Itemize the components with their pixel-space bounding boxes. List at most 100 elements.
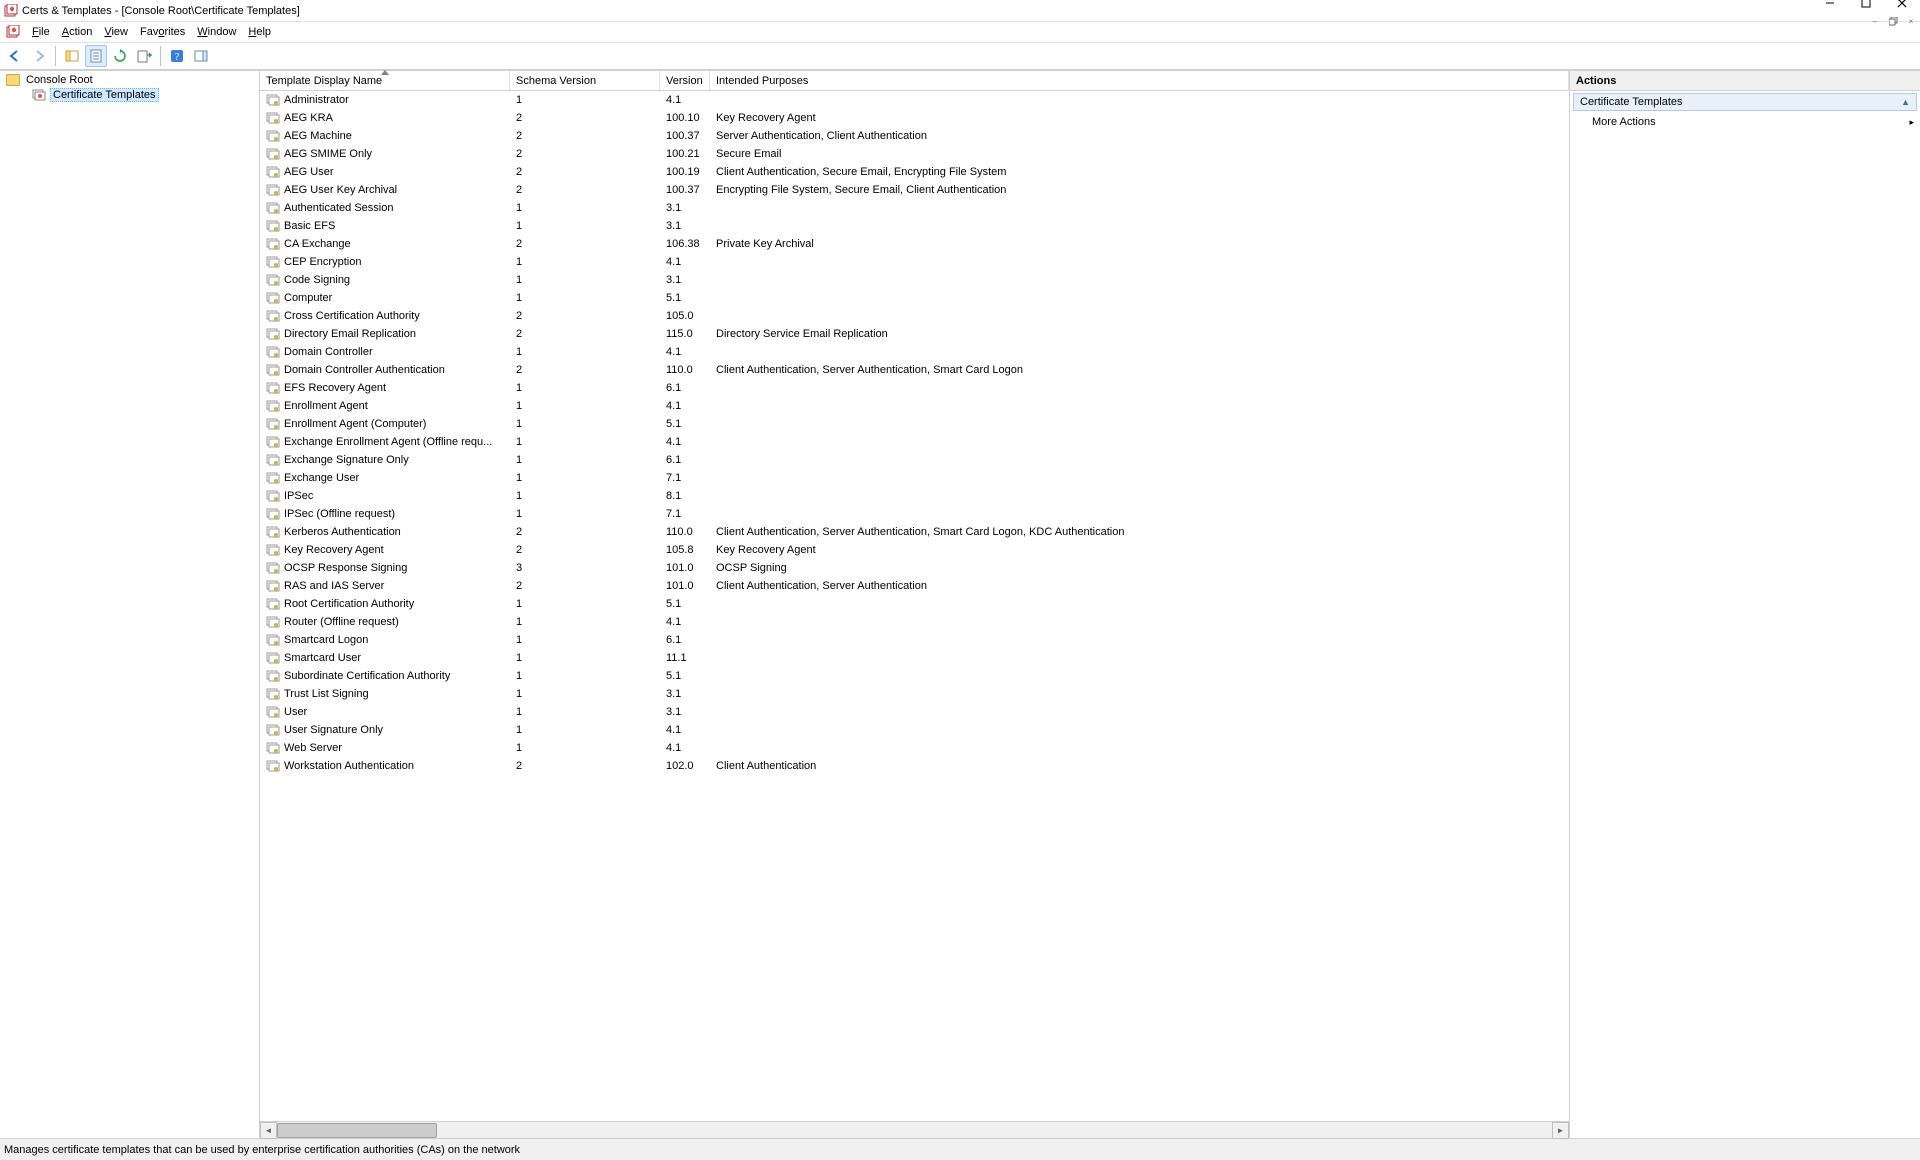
certificate-template-icon xyxy=(266,471,280,485)
table-row[interactable]: Exchange User17.1 xyxy=(260,469,1569,487)
table-row[interactable]: Smartcard User111.1 xyxy=(260,649,1569,667)
cell-version: 6.1 xyxy=(660,454,710,466)
column-header-purposes[interactable]: Intended Purposes xyxy=(710,71,1569,90)
table-row[interactable]: Smartcard Logon16.1 xyxy=(260,631,1569,649)
cell-version: 100.37 xyxy=(660,130,710,142)
table-row[interactable]: EFS Recovery Agent16.1 xyxy=(260,379,1569,397)
table-row[interactable]: Directory Email Replication2115.0Directo… xyxy=(260,325,1569,343)
menu-favorites[interactable]: Favorites xyxy=(134,24,191,40)
action-pane-button[interactable] xyxy=(190,45,212,67)
table-row[interactable]: IPSec18.1 xyxy=(260,487,1569,505)
table-row[interactable]: User Signature Only14.1 xyxy=(260,721,1569,739)
mdi-restore-button[interactable] xyxy=(1884,14,1902,29)
table-row[interactable]: Cross Certification Authority2105.0 xyxy=(260,307,1569,325)
table-row[interactable]: Root Certification Authority15.1 xyxy=(260,595,1569,613)
tree-node-console-root[interactable]: Console Root xyxy=(0,73,259,87)
cell-version: 110.0 xyxy=(660,526,710,538)
column-header-name[interactable]: Template Display Name xyxy=(260,71,510,90)
menu-help[interactable]: Help xyxy=(242,24,277,40)
table-row[interactable]: Subordinate Certification Authority15.1 xyxy=(260,667,1569,685)
table-row[interactable]: AEG KRA2100.10Key Recovery Agent xyxy=(260,109,1569,127)
mdi-close-button[interactable]: × xyxy=(1902,14,1920,29)
cell-name: Subordinate Certification Authority xyxy=(260,669,510,683)
cell-version: 3.1 xyxy=(660,274,710,286)
scroll-thumb[interactable] xyxy=(277,1123,437,1138)
cell-name: RAS and IAS Server xyxy=(260,579,510,593)
table-row[interactable]: Computer15.1 xyxy=(260,289,1569,307)
table-row[interactable]: Code Signing13.1 xyxy=(260,271,1569,289)
actions-section-title[interactable]: Certificate Templates ▲ xyxy=(1573,93,1917,111)
cell-schema: 1 xyxy=(510,256,660,268)
table-row[interactable]: Web Server14.1 xyxy=(260,739,1569,757)
table-row[interactable]: Workstation Authentication2102.0Client A… xyxy=(260,757,1569,775)
scroll-left-button[interactable]: ◄ xyxy=(260,1122,277,1139)
scroll-track[interactable] xyxy=(277,1122,1552,1139)
certificate-template-icon xyxy=(266,723,280,737)
refresh-button[interactable] xyxy=(109,45,131,67)
table-row[interactable]: Router (Offline request)14.1 xyxy=(260,613,1569,631)
column-header-schema[interactable]: Schema Version xyxy=(510,71,660,90)
certificate-template-icon xyxy=(266,759,280,773)
table-row[interactable]: AEG Machine2100.37Server Authentication,… xyxy=(260,127,1569,145)
cell-name: Code Signing xyxy=(260,273,510,287)
list-body[interactable]: Administrator14.1AEG KRA2100.10Key Recov… xyxy=(260,91,1569,1121)
table-row[interactable]: Enrollment Agent (Computer)15.1 xyxy=(260,415,1569,433)
table-row[interactable]: Administrator14.1 xyxy=(260,91,1569,109)
menu-view[interactable]: View xyxy=(98,24,134,40)
table-row[interactable]: AEG SMIME Only2100.21Secure Email xyxy=(260,145,1569,163)
table-row[interactable]: Trust List Signing13.1 xyxy=(260,685,1569,703)
table-row[interactable]: OCSP Response Signing3101.0OCSP Signing xyxy=(260,559,1569,577)
menu-file[interactable]: File xyxy=(26,24,56,40)
menu-window[interactable]: Window xyxy=(191,24,242,40)
properties-button[interactable] xyxy=(85,45,107,67)
scroll-right-button[interactable]: ► xyxy=(1552,1122,1569,1139)
table-row[interactable]: RAS and IAS Server2101.0Client Authentic… xyxy=(260,577,1569,595)
table-row[interactable]: Key Recovery Agent2105.8Key Recovery Age… xyxy=(260,541,1569,559)
certificate-templates-icon xyxy=(32,88,46,102)
maximize-button[interactable] xyxy=(1848,0,1884,14)
show-hide-tree-button[interactable] xyxy=(61,45,83,67)
certificate-template-icon xyxy=(266,651,280,665)
cell-schema: 2 xyxy=(510,526,660,538)
table-row[interactable]: IPSec (Offline request)17.1 xyxy=(260,505,1569,523)
close-button[interactable] xyxy=(1884,0,1920,14)
table-row[interactable]: Exchange Signature Only16.1 xyxy=(260,451,1569,469)
table-row[interactable]: AEG User Key Archival2100.37Encrypting F… xyxy=(260,181,1569,199)
table-row[interactable]: CA Exchange2106.38Private Key Archival xyxy=(260,235,1569,253)
table-row[interactable]: User13.1 xyxy=(260,703,1569,721)
column-header-version[interactable]: Version xyxy=(660,71,710,90)
cell-purposes: Client Authentication, Server Authentica… xyxy=(710,580,1569,592)
menu-action[interactable]: Action xyxy=(56,24,99,40)
mdi-minimize-button[interactable]: – xyxy=(1866,14,1884,29)
certificate-template-icon xyxy=(266,435,280,449)
table-row[interactable]: Enrollment Agent14.1 xyxy=(260,397,1569,415)
table-row[interactable]: Basic EFS13.1 xyxy=(260,217,1569,235)
cell-schema: 2 xyxy=(510,184,660,196)
cell-version: 5.1 xyxy=(660,598,710,610)
forward-button[interactable] xyxy=(28,45,50,67)
cell-version: 4.1 xyxy=(660,436,710,448)
table-row[interactable]: Domain Controller14.1 xyxy=(260,343,1569,361)
certificate-template-icon xyxy=(266,363,280,377)
certificate-template-icon xyxy=(266,183,280,197)
table-row[interactable]: CEP Encryption14.1 xyxy=(260,253,1569,271)
tree-label: Console Root xyxy=(24,74,95,86)
cell-version: 3.1 xyxy=(660,688,710,700)
table-row[interactable]: Domain Controller Authentication2110.0Cl… xyxy=(260,361,1569,379)
table-row[interactable]: AEG User2100.19Client Authentication, Se… xyxy=(260,163,1569,181)
mdi-controls: – × xyxy=(1866,14,1920,29)
tree-node-certificate-templates[interactable]: Certificate Templates xyxy=(0,87,259,103)
table-row[interactable]: Authenticated Session13.1 xyxy=(260,199,1569,217)
table-row[interactable]: Kerberos Authentication2110.0Client Auth… xyxy=(260,523,1569,541)
cell-version: 5.1 xyxy=(660,418,710,430)
horizontal-scrollbar[interactable]: ◄ ► xyxy=(260,1121,1569,1138)
console-tree-pane[interactable]: Console Root Certificate Templates xyxy=(0,71,260,1138)
export-list-button[interactable] xyxy=(133,45,155,67)
back-button[interactable] xyxy=(4,45,26,67)
table-row[interactable]: Exchange Enrollment Agent (Offline requ.… xyxy=(260,433,1569,451)
help-button[interactable]: ? xyxy=(166,45,188,67)
minimize-button[interactable] xyxy=(1812,0,1848,14)
menubar: FileActionViewFavoritesWindowHelp xyxy=(0,22,1920,42)
cell-version: 105.8 xyxy=(660,544,710,556)
action-more-actions[interactable]: More Actions ▸ xyxy=(1570,113,1920,131)
